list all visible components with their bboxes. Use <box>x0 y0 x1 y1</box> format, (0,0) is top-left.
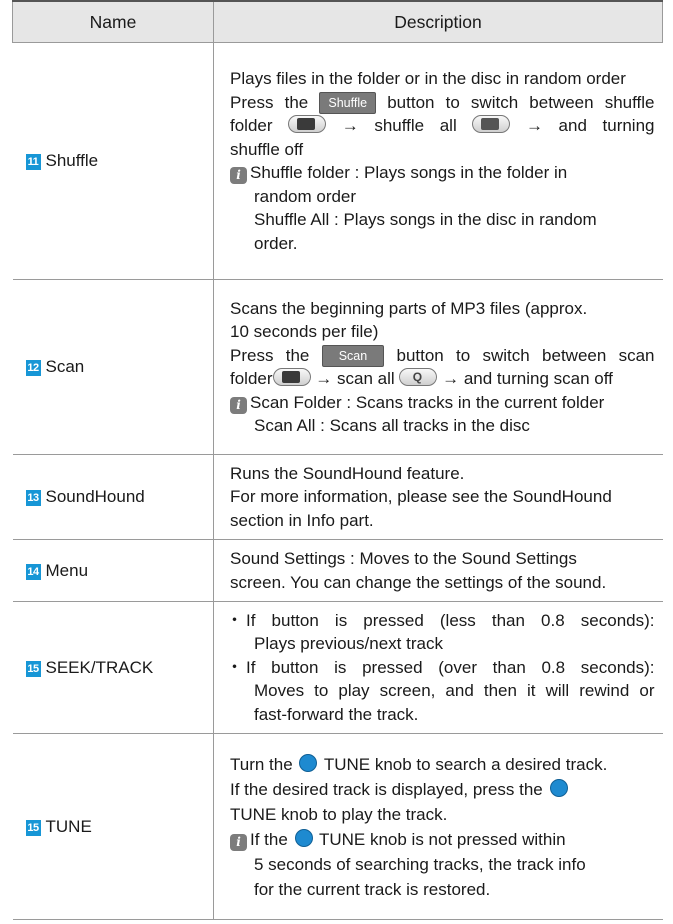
text-fragment: TUNE knob to search a desired track. <box>323 754 608 774</box>
text-fragment: Press the <box>230 92 309 112</box>
description-cell: If button is pressed (less than 0.8 seco… <box>213 601 663 734</box>
scan-all-icon: Q <box>399 368 438 386</box>
item-number-badge: 11 <box>25 154 41 170</box>
table-row-seek-track: 15SEEK/TRACK If button is pressed (less … <box>12 601 663 734</box>
item-name: Shuffle <box>45 151 99 170</box>
header-name: Name <box>12 0 214 43</box>
name-cell: 12 Scan <box>12 279 214 455</box>
tune-knob-icon <box>549 778 568 797</box>
note-line: 5 seconds of searching tracks, the track… <box>254 854 586 874</box>
description-cell: Scans the beginning parts of MP3 files (… <box>213 279 663 455</box>
info-icon: i <box>230 396 247 414</box>
text-fragment: → and turning scan off <box>442 369 613 388</box>
table-row-menu: 14 Menu Sound Settings : Moves to the Sou… <box>12 539 663 602</box>
shuffle-folder-icon <box>288 115 327 133</box>
desc-line: Runs the SoundHound feature. <box>230 463 465 483</box>
note-text: If the <box>250 829 288 849</box>
desc-line: Plays previous/next track <box>254 634 443 654</box>
name-cell: 15 SEEK/TRACK <box>12 601 214 734</box>
text-fragment: → and turning <box>525 116 655 135</box>
text-fragment: → shuffle all <box>341 116 457 135</box>
tune-knob-icon <box>299 753 318 772</box>
text-fragment: button to switch between scan <box>396 345 655 365</box>
desc-line: Press the Shuffle button to switch betwe… <box>230 91 655 115</box>
item-name: Scan <box>45 357 85 376</box>
item-number-badge: 15 <box>25 819 41 836</box>
desc-line: shuffle off <box>230 139 304 159</box>
scan-folder-icon <box>272 368 311 386</box>
desc-line: Sound Settings : Moves to the Sound Sett… <box>230 549 577 568</box>
description-cell: Runs the SoundHound feature. For more in… <box>213 454 663 540</box>
bullet-line: If button is pressed (over than 0.8 seco… <box>226 656 654 680</box>
name-cell: 14 Menu <box>12 539 214 602</box>
text-fragment: Press the <box>230 345 310 365</box>
name-cell: 13 SoundHound <box>12 454 214 540</box>
feature-table: Name Description 11 Shuffle Plays files i… <box>12 0 663 920</box>
note-line: i Shuffle folder : Plays songs in the fol… <box>230 161 655 185</box>
text-fragment: Turn the <box>230 754 293 774</box>
item-number-badge: 12 <box>25 360 41 376</box>
bullet-line: If button is pressed (less than 0.8 seco… <box>226 609 654 633</box>
note-text: TUNE knob is not pressed within <box>318 829 566 849</box>
desc-line: TUNE knob to play the track. <box>230 804 448 824</box>
table-row-shuffle: 11 Shuffle Plays files in the folder or i… <box>12 42 663 280</box>
desc-line: For more information, please see the Sou… <box>230 487 612 507</box>
desc-line: 10 seconds per file) <box>230 322 379 341</box>
name-cell: 11 Shuffle <box>12 42 214 280</box>
info-icon: i <box>230 833 247 851</box>
note-line: Shuffle All : Plays songs in the disc in… <box>254 210 597 229</box>
note-line: Scan All : Scans all tracks in the disc <box>254 416 530 435</box>
item-number-badge: 13 <box>25 490 41 506</box>
item-number-badge: 14 <box>25 563 41 580</box>
desc-line: If the desired track is displayed, press… <box>230 777 655 802</box>
name-cell: 15 TUNE <box>12 733 214 920</box>
item-name: SEEK/TRACK <box>45 657 154 677</box>
desc-line: folder → shuffle all → and turning <box>230 114 655 138</box>
text-fragment: If the desired track is displayed, press… <box>230 779 543 799</box>
desc-line: screen. You can change the settings of t… <box>230 572 607 592</box>
note-line: order. <box>254 233 298 253</box>
desc-line: Moves to play screen, and then it will r… <box>254 681 655 701</box>
note-line: i If the TUNE knob is not pressed within <box>230 827 655 852</box>
desc-line: Plays files in the folder or in the disc… <box>230 69 626 88</box>
text-fragment: button to switch between shuffle <box>387 92 655 112</box>
note-line: i Scan Folder : Scans tracks in the curre… <box>230 391 655 415</box>
desc-line: Press the Scan button to switch between … <box>230 344 655 368</box>
item-name: TUNE <box>45 816 92 836</box>
description-cell: Sound Settings : Moves to the Sound Sett… <box>213 539 663 602</box>
table-row-soundhound: 13 SoundHound Runs the SoundHound feature… <box>12 454 663 540</box>
table-header-row: Name Description <box>12 0 663 43</box>
shuffle-button-icon: Shuffle <box>319 91 377 114</box>
scan-all-glyph: Q <box>412 370 423 384</box>
table-row-scan: 12 Scan Scans the beginning parts of MP3 … <box>12 279 663 455</box>
desc-line: folder → scan all Q → and turning scan o… <box>230 367 655 391</box>
note-text: Shuffle folder : Plays songs in the fold… <box>250 163 568 182</box>
text-fragment: folder <box>230 116 273 135</box>
desc-line: Scans the beginning parts of MP3 files (… <box>230 298 588 318</box>
desc-line: Turn the TUNE knob to search a desired t… <box>230 752 655 777</box>
scan-button-icon: Scan <box>321 344 385 367</box>
table-row-tune: 15 TUNE Turn the TUNE knob to search a de… <box>12 733 663 920</box>
note-line: random order <box>254 186 357 206</box>
item-number-badge: 15 <box>25 660 41 677</box>
item-name: Menu <box>45 560 89 580</box>
description-cell: Turn the TUNE knob to search a desired t… <box>213 733 663 920</box>
item-name: SoundHound <box>45 487 145 506</box>
desc-line: section in Info part. <box>230 510 374 530</box>
info-icon: i <box>230 167 247 184</box>
tune-knob-icon <box>294 828 313 847</box>
note-text: Scan Folder : Scans tracks in the curren… <box>250 392 605 412</box>
description-cell: Plays files in the folder or in the disc… <box>213 42 663 280</box>
text-fragment: folder <box>230 369 273 388</box>
desc-line: fast-forward the track. <box>254 704 419 724</box>
header-description: Description <box>213 0 663 43</box>
text-fragment: → scan all <box>315 369 395 388</box>
shuffle-all-icon <box>472 115 511 133</box>
note-line: for the current track is restored. <box>254 879 491 899</box>
